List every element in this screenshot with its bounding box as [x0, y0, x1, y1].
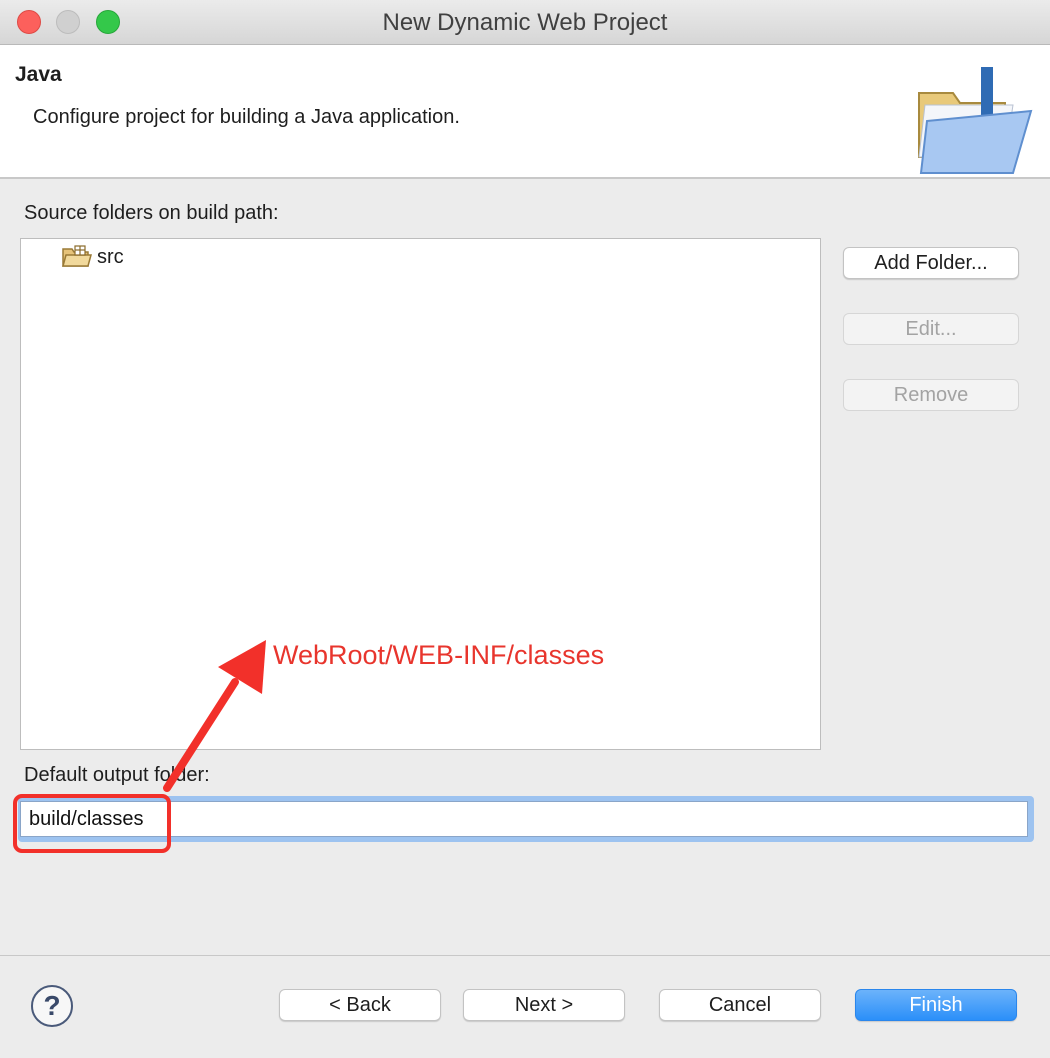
- back-button[interactable]: < Back: [279, 989, 441, 1021]
- add-folder-button[interactable]: Add Folder...: [843, 247, 1019, 279]
- page-title: Java: [15, 63, 62, 86]
- next-button[interactable]: Next >: [463, 989, 625, 1021]
- output-folder-label: Default output folder:: [24, 764, 210, 786]
- page-description: Configure project for building a Java ap…: [33, 106, 460, 128]
- list-item[interactable]: src: [61, 245, 124, 269]
- title-bar: New Dynamic Web Project: [0, 0, 1050, 45]
- help-icon[interactable]: ?: [31, 985, 73, 1027]
- remove-button[interactable]: Remove: [843, 379, 1019, 411]
- output-folder-input[interactable]: [20, 801, 1028, 837]
- footer-divider: [0, 955, 1050, 956]
- cancel-button[interactable]: Cancel: [659, 989, 821, 1021]
- java-folder-wizard-icon: [918, 67, 1033, 174]
- annotation-text: WebRoot/WEB-INF/classes: [273, 640, 605, 670]
- edit-button[interactable]: Edit...: [843, 313, 1019, 345]
- source-folder-icon: [62, 245, 92, 267]
- finish-button[interactable]: Finish: [855, 989, 1017, 1021]
- wizard-banner: Java Configure project for building a Ja…: [0, 45, 1050, 179]
- source-folders-label: Source folders on build path:: [24, 202, 279, 224]
- annotation-highlight-box: [13, 794, 171, 853]
- list-item-label: src: [97, 245, 124, 268]
- window-title: New Dynamic Web Project: [382, 9, 668, 36]
- source-folder-list[interactable]: src: [20, 238, 821, 750]
